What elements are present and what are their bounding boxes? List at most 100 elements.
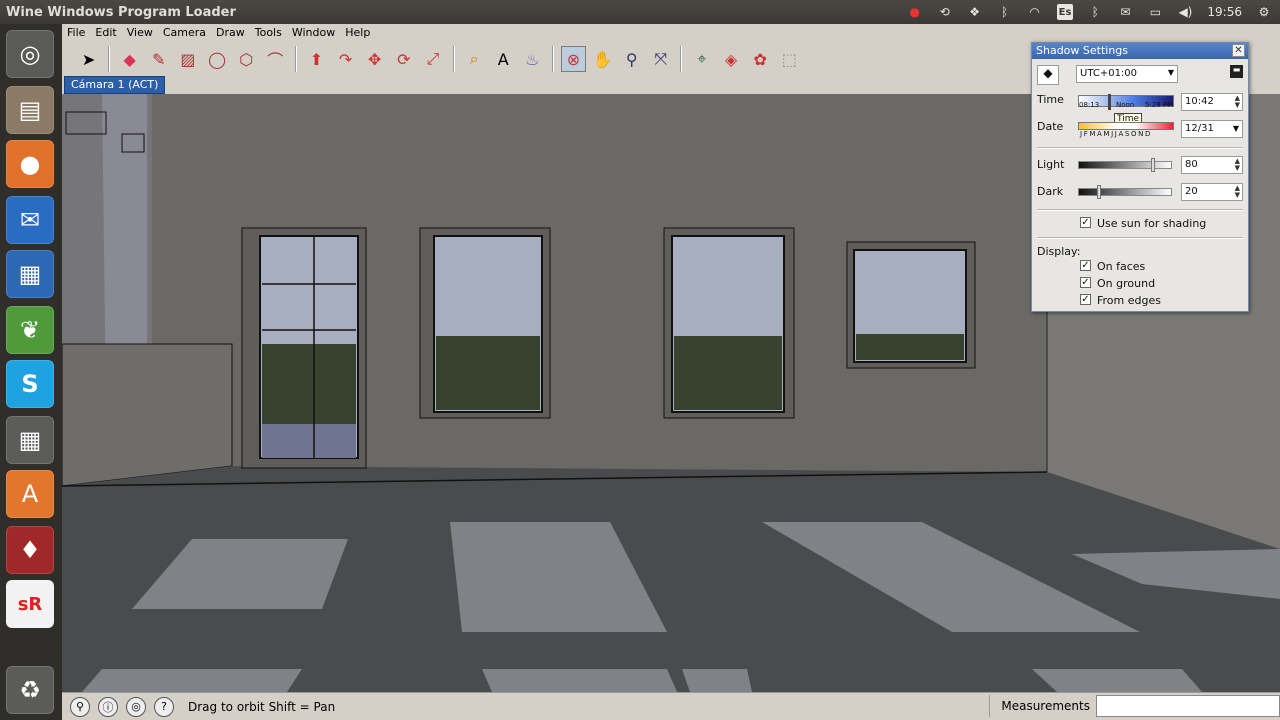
sign-in-icon[interactable]: ◎ <box>126 696 146 717</box>
component-icon[interactable]: ✿ <box>748 46 773 72</box>
spinner-icon[interactable]: ▲ ▼ <box>1235 95 1240 109</box>
close-icon[interactable]: ✕ <box>1232 44 1245 57</box>
zoom-icon[interactable]: ⚲ <box>619 46 644 72</box>
scale-icon[interactable]: ⤢ <box>420 46 445 72</box>
use-sun-checkbox[interactable]: ✓ <box>1080 217 1091 228</box>
sync-icon[interactable]: ⟲ <box>937 4 953 20</box>
push-pull-icon[interactable]: ⬆ <box>304 46 329 72</box>
clock[interactable]: 19:56 <box>1207 5 1242 19</box>
scene-tab[interactable]: Cámara 1 (ACT) <box>64 76 166 94</box>
time-start: 08:13 <box>1079 101 1100 109</box>
from-edges-checkbox[interactable]: ✓ <box>1080 294 1091 305</box>
menu-file[interactable]: File <box>62 24 90 42</box>
gear-icon[interactable]: ⚙ <box>1256 4 1272 20</box>
trash-icon[interactable]: ♻ <box>6 666 54 714</box>
bluetooth-2-icon[interactable]: ᛒ <box>1087 4 1103 20</box>
on-ground-checkbox[interactable]: ✓ <box>1080 277 1091 288</box>
spinner-icon[interactable]: ▲ ▼ <box>1235 158 1240 172</box>
spinner-icon[interactable]: ▲ ▼ <box>1235 185 1240 199</box>
toolbar-separator <box>108 46 111 72</box>
menu-edit[interactable]: Edit <box>90 24 121 42</box>
move-icon[interactable]: ✥ <box>362 46 387 72</box>
pencil-icon[interactable]: ✎ <box>146 46 171 72</box>
calculator-icon[interactable]: ▦ <box>6 416 54 464</box>
menu-help[interactable]: Help <box>340 24 375 42</box>
light-slider[interactable] <box>1078 158 1172 172</box>
menu-camera[interactable]: Camera <box>158 24 211 42</box>
on-faces-checkbox[interactable]: ✓ <box>1080 260 1091 271</box>
tape-measure-icon[interactable]: ⌕ <box>462 46 487 72</box>
writer-icon[interactable]: ▦ <box>6 250 54 298</box>
date-input[interactable]: 12/31 ▼ <box>1181 120 1243 138</box>
window-title: Wine Windows Program Loader <box>6 4 236 20</box>
toolbar-separator <box>452 46 455 72</box>
walk-icon[interactable]: ⌖ <box>689 46 714 72</box>
rectangle-icon[interactable]: ▨ <box>175 46 200 72</box>
dark-slider-thumb[interactable] <box>1097 185 1101 199</box>
divider <box>1037 237 1243 239</box>
files-icon[interactable]: ▤ <box>6 86 54 134</box>
details-toggle-icon[interactable]: ▬ <box>1230 65 1243 78</box>
time-input[interactable]: 10:42 ▲ ▼ <box>1181 93 1243 111</box>
bluetooth-icon[interactable]: ᛒ <box>997 4 1013 20</box>
keyboard-layout-indicator[interactable]: Es <box>1056 4 1074 20</box>
launcher: ◎ ▤ ● ✉ ▦ ❦ S ▦ A ♦ sR ♻ <box>0 24 62 720</box>
arc-icon[interactable]: ⌒ <box>263 46 288 72</box>
system-tray: ● ⟲ ❖ ᛒ ◠ Es ᛒ ✉ ▭ ◀) 19:56 ⚙ <box>907 0 1272 24</box>
section-icon[interactable]: ◈ <box>719 46 744 72</box>
date-slider[interactable] <box>1078 122 1174 130</box>
text-icon[interactable]: A <box>491 46 516 72</box>
wifi-icon[interactable]: ◠ <box>1027 4 1043 20</box>
timezone-select[interactable]: UTC+01:00 ▼ <box>1076 65 1178 83</box>
polygon-icon[interactable]: ⬡ <box>234 46 259 72</box>
toolbar: ➤ ◆ ✎ ▨ ◯ ⬡ ⌒ ⬆ ↷ ✥ ⟳ ⤢ ⌕ A ♨ ⊗ ✋ ⚲ ⤧ ⌖ … <box>62 42 802 76</box>
menu-window[interactable]: Window <box>287 24 340 42</box>
light-input[interactable]: 80 ▲ ▼ <box>1181 156 1243 174</box>
wine-icon[interactable]: ♦ <box>6 526 54 574</box>
ssr-tray-icon[interactable]: ● <box>907 4 923 20</box>
time-noon: Noon <box>1116 101 1135 109</box>
toolbar-separator <box>680 46 683 72</box>
battery-icon[interactable]: ▭ <box>1147 4 1163 20</box>
dark-label: Dark <box>1037 185 1064 198</box>
firefox-icon[interactable]: ● <box>6 140 54 188</box>
time-slider-thumb[interactable] <box>1108 94 1112 110</box>
ssr-icon[interactable]: sR <box>6 580 54 628</box>
rotate-icon[interactable]: ⟳ <box>391 46 416 72</box>
paint-bucket-icon[interactable]: ♨ <box>520 46 545 72</box>
help-icon[interactable]: ? <box>154 696 174 717</box>
evernote-icon[interactable]: ❦ <box>6 306 54 354</box>
credits-icon[interactable]: ⓘ <box>98 696 118 717</box>
orbit-icon[interactable]: ⊗ <box>560 46 586 72</box>
skype-icon[interactable]: S <box>6 360 54 408</box>
outliner-icon[interactable]: ⬚ <box>777 46 802 72</box>
volume-icon[interactable]: ◀) <box>1177 4 1193 20</box>
measurements-input[interactable] <box>1096 695 1280 717</box>
light-label: Light <box>1037 158 1065 171</box>
pan-icon[interactable]: ✋ <box>590 46 615 72</box>
thunderbird-icon[interactable]: ✉ <box>6 196 54 244</box>
shadow-toggle-icon[interactable]: ◆ <box>1037 65 1059 85</box>
menu-view[interactable]: View <box>122 24 158 42</box>
light-slider-thumb[interactable] <box>1151 158 1155 172</box>
follow-me-icon[interactable]: ↷ <box>333 46 358 72</box>
status-divider <box>989 695 990 717</box>
geo-location-icon[interactable]: ⚲ <box>70 696 90 717</box>
dark-input[interactable]: 20 ▲ ▼ <box>1181 183 1243 201</box>
mail-icon[interactable]: ✉ <box>1117 4 1133 20</box>
timezone-value: UTC+01:00 <box>1080 68 1138 79</box>
dropbox-icon[interactable]: ❖ <box>967 4 983 20</box>
eraser-icon[interactable]: ◆ <box>117 46 142 72</box>
select-icon[interactable]: ➤ <box>76 46 101 72</box>
circle-icon[interactable]: ◯ <box>205 46 230 72</box>
software-center-icon[interactable]: A <box>6 470 54 518</box>
dark-slider[interactable] <box>1078 185 1172 199</box>
menu-draw[interactable]: Draw <box>211 24 250 42</box>
ubuntu-dash-icon[interactable]: ◎ <box>6 30 54 78</box>
time-label: Time <box>1037 93 1064 106</box>
toolbar-separator <box>551 46 554 72</box>
time-value: 10:42 <box>1185 96 1214 107</box>
zoom-extents-icon[interactable]: ⤧ <box>648 46 673 72</box>
menu-tools[interactable]: Tools <box>250 24 287 42</box>
dialog-title: Shadow Settings <box>1032 43 1248 59</box>
